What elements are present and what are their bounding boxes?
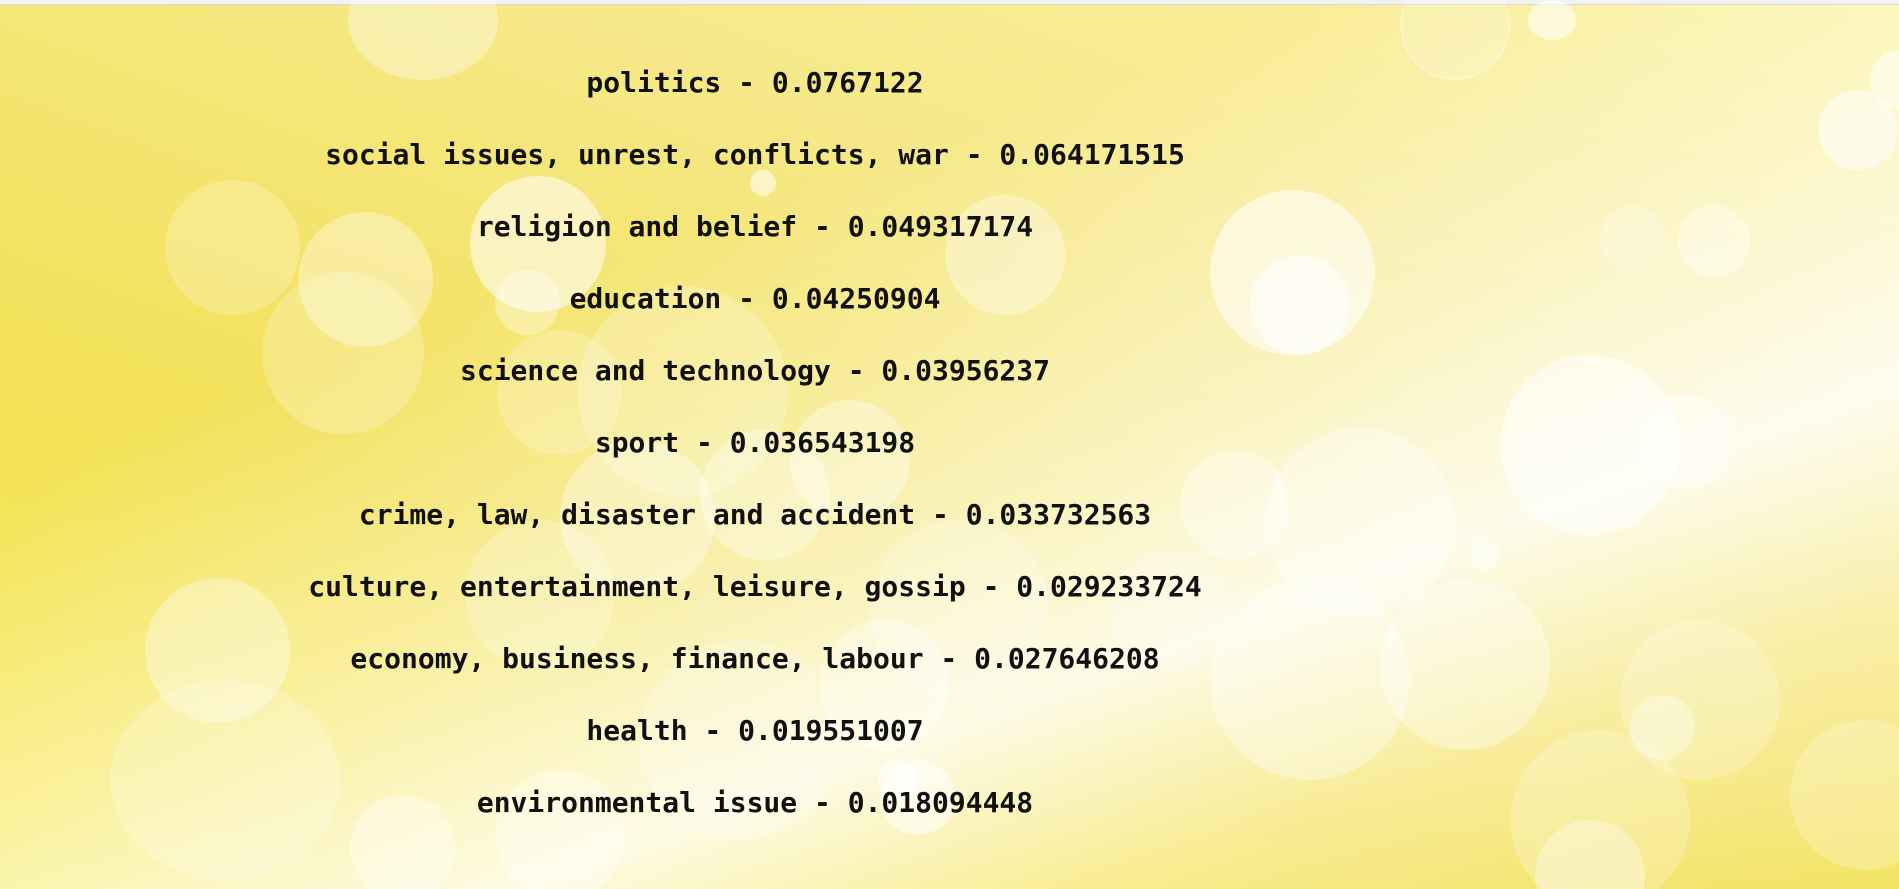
topic-score-list: politics - 0.0767122 social issues, unre…	[0, 62, 1510, 854]
topic-score-item: health - 0.019551007	[586, 714, 924, 747]
topic-score-item: politics - 0.0767122	[586, 66, 924, 99]
topic-score-item: social issues, unrest, conflicts, war - …	[325, 138, 1185, 171]
window-top-border	[0, 0, 1899, 5]
bokeh-bubble	[1640, 395, 1735, 490]
bokeh-bubble	[1678, 205, 1750, 277]
page-background: politics - 0.0767122 social issues, unre…	[0, 0, 1899, 889]
topic-score-item: religion and belief - 0.049317174	[476, 210, 1034, 243]
topic-score-item: culture, entertainment, leisure, gossip …	[308, 570, 1202, 603]
topic-score-item: economy, business, finance, labour - 0.0…	[350, 642, 1160, 675]
topic-score-item: education - 0.04250904	[569, 282, 941, 315]
topic-score-item: environmental issue - 0.018094448	[476, 786, 1034, 819]
bokeh-bubble	[1528, 0, 1576, 40]
topic-score-item: crime, law, disaster and accident - 0.03…	[358, 498, 1152, 531]
topic-score-item: science and technology - 0.03956237	[459, 354, 1050, 387]
bokeh-bubble	[1600, 205, 1665, 270]
bokeh-bubble	[1790, 720, 1899, 870]
topic-score-item: sport - 0.036543198	[594, 426, 916, 459]
